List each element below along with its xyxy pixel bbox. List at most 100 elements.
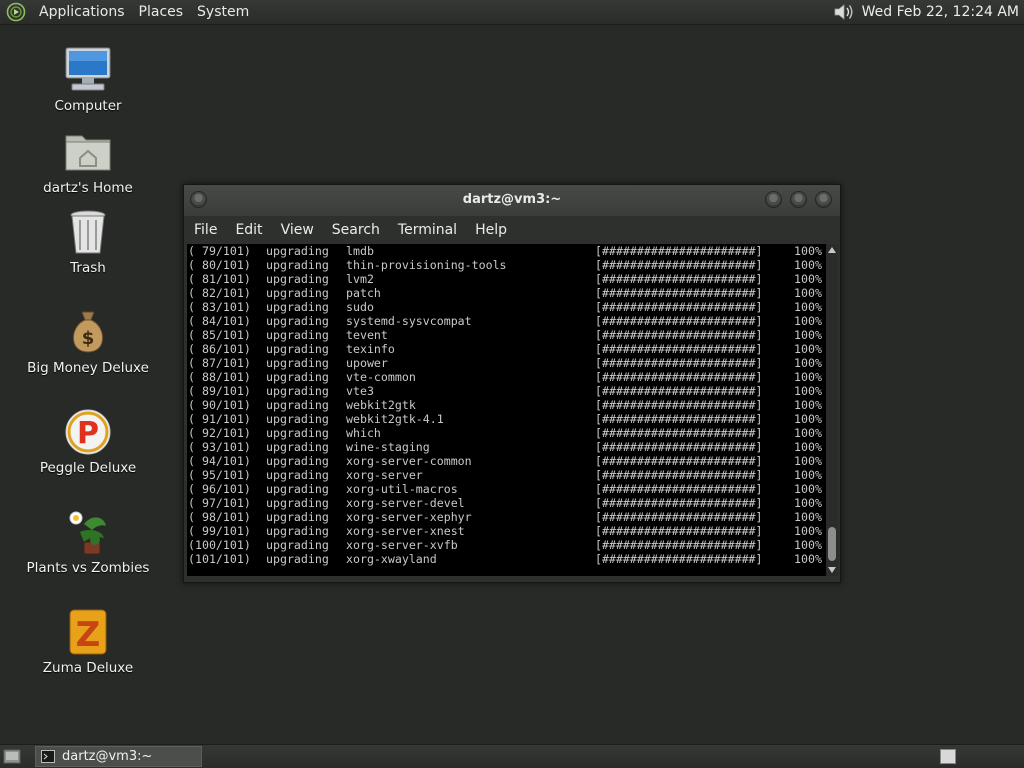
line-progress-bar: [######################] bbox=[595, 356, 763, 370]
menu-help[interactable]: Help bbox=[465, 222, 515, 238]
line-action: upgrading bbox=[266, 510, 329, 524]
volume-icon[interactable] bbox=[832, 1, 856, 23]
line-percent: 100% bbox=[794, 440, 822, 454]
line-action: upgrading bbox=[266, 426, 329, 440]
line-progress-bar: [######################] bbox=[595, 412, 763, 426]
menu-search[interactable]: Search bbox=[322, 222, 388, 238]
line-package: texinfo bbox=[346, 342, 395, 356]
scroll-up-arrow-icon[interactable] bbox=[828, 247, 836, 253]
line-package: webkit2gtk bbox=[346, 398, 416, 412]
bottom-panel: dartz@vm3:~ bbox=[0, 744, 1024, 768]
line-action: upgrading bbox=[266, 370, 329, 384]
line-progress-bar: [######################] bbox=[595, 440, 763, 454]
line-percent: 100% bbox=[794, 496, 822, 510]
desktop-icon-label: Trash bbox=[70, 260, 106, 276]
line-package: xorg-server-devel bbox=[346, 496, 465, 510]
system-menu[interactable]: System bbox=[190, 4, 256, 20]
line-action: upgrading bbox=[266, 552, 329, 566]
line-package: xorg-server-xnest bbox=[346, 524, 465, 538]
line-index: ( 94/101) bbox=[188, 454, 251, 468]
distro-logo-icon[interactable] bbox=[6, 2, 26, 22]
terminal-line: ( 84/101) upgrading systemd-sysvcompat [###… bbox=[187, 314, 826, 328]
line-action: upgrading bbox=[266, 244, 329, 258]
terminal-window: dartz@vm3:~ File Edit View Search Termin… bbox=[183, 184, 841, 583]
line-index: (100/101) bbox=[188, 538, 251, 552]
terminal-line: ( 82/101) upgrading patch [################… bbox=[187, 286, 826, 300]
line-progress-bar: [######################] bbox=[595, 314, 763, 328]
desktop-icon-label: Zuma Deluxe bbox=[42, 660, 134, 676]
computer-icon bbox=[65, 47, 111, 91]
line-index: ( 85/101) bbox=[188, 328, 251, 342]
line-percent: 100% bbox=[794, 384, 822, 398]
menu-view[interactable]: View bbox=[271, 222, 322, 238]
desktop-icon-home[interactable]: dartz's Home bbox=[18, 126, 158, 196]
line-percent: 100% bbox=[794, 258, 822, 272]
menu-edit[interactable]: Edit bbox=[225, 222, 270, 238]
line-progress-bar: [######################] bbox=[595, 482, 763, 496]
terminal-line: ( 96/101) upgrading xorg-util-macros [#####… bbox=[187, 482, 826, 496]
maximize-button[interactable] bbox=[790, 191, 807, 208]
line-percent: 100% bbox=[794, 468, 822, 482]
clock[interactable]: Wed Feb 22, 12:24 AM bbox=[862, 4, 1024, 20]
desktop-icon-peggle[interactable]: P Peggle Deluxe bbox=[18, 406, 158, 476]
line-percent: 100% bbox=[794, 524, 822, 538]
workspace-switcher[interactable] bbox=[940, 749, 956, 764]
terminal-line: ( 94/101) upgrading xorg-server-common [###… bbox=[187, 454, 826, 468]
line-index: ( 87/101) bbox=[188, 356, 251, 370]
close-button[interactable] bbox=[815, 191, 832, 208]
line-action: upgrading bbox=[266, 524, 329, 538]
line-action: upgrading bbox=[266, 328, 329, 342]
terminal-line: ( 99/101) upgrading xorg-server-xnest [####… bbox=[187, 524, 826, 538]
line-action: upgrading bbox=[266, 384, 329, 398]
line-action: upgrading bbox=[266, 286, 329, 300]
scrollbar-thumb[interactable] bbox=[828, 527, 836, 561]
line-package: which bbox=[346, 426, 381, 440]
line-package: lvm2 bbox=[346, 272, 374, 286]
terminal-line: ( 85/101) upgrading tevent [###############… bbox=[187, 328, 826, 342]
line-action: upgrading bbox=[266, 342, 329, 356]
desktop-icon-computer[interactable]: Computer bbox=[18, 44, 158, 114]
scroll-down-arrow-icon[interactable] bbox=[828, 567, 836, 573]
line-progress-bar: [######################] bbox=[595, 454, 763, 468]
line-index: ( 89/101) bbox=[188, 384, 251, 398]
desktop-icon-trash[interactable]: Trash bbox=[18, 206, 158, 276]
line-index: (101/101) bbox=[188, 552, 251, 566]
zuma-icon: Z bbox=[69, 609, 107, 655]
peggle-icon: P bbox=[65, 409, 111, 455]
line-percent: 100% bbox=[794, 342, 822, 356]
line-index: ( 92/101) bbox=[188, 426, 251, 440]
line-package: systemd-sysvcompat bbox=[346, 314, 472, 328]
desktop-icon-zuma[interactable]: Z Zuma Deluxe bbox=[18, 606, 158, 676]
applications-menu[interactable]: Applications bbox=[32, 4, 132, 20]
line-index: ( 98/101) bbox=[188, 510, 251, 524]
show-desktop-icon[interactable] bbox=[3, 748, 21, 765]
line-index: ( 81/101) bbox=[188, 272, 251, 286]
menu-terminal[interactable]: Terminal bbox=[388, 222, 465, 238]
minimize-button[interactable] bbox=[765, 191, 782, 208]
line-index: ( 88/101) bbox=[188, 370, 251, 384]
desktop-icon-plants-vs-zombies[interactable]: Plants vs Zombies bbox=[18, 506, 158, 576]
taskbar-button-label: dartz@vm3:~ bbox=[62, 749, 153, 764]
window-titlebar[interactable]: dartz@vm3:~ bbox=[184, 185, 840, 216]
desktop-icon-label: Plants vs Zombies bbox=[26, 560, 150, 576]
line-percent: 100% bbox=[794, 244, 822, 258]
menu-file[interactable]: File bbox=[184, 222, 225, 238]
line-percent: 100% bbox=[794, 454, 822, 468]
terminal-scrollbar[interactable] bbox=[826, 244, 838, 576]
line-progress-bar: [######################] bbox=[595, 370, 763, 384]
taskbar-button-terminal[interactable]: dartz@vm3:~ bbox=[35, 746, 202, 767]
line-index: ( 83/101) bbox=[188, 300, 251, 314]
desktop-icon-big-money[interactable]: $ Big Money Deluxe bbox=[18, 306, 158, 376]
svg-text:$: $ bbox=[82, 328, 95, 349]
line-index: ( 95/101) bbox=[188, 468, 251, 482]
line-action: upgrading bbox=[266, 398, 329, 412]
line-package: patch bbox=[346, 286, 381, 300]
terminal-line: ( 86/101) upgrading texinfo [##############… bbox=[187, 342, 826, 356]
line-index: ( 91/101) bbox=[188, 412, 251, 426]
plants-vs-zombies-icon bbox=[69, 511, 106, 555]
terminal-output[interactable]: ( 79/101) upgrading lmdb [#################… bbox=[187, 244, 826, 576]
places-menu[interactable]: Places bbox=[132, 4, 191, 20]
line-progress-bar: [######################] bbox=[595, 552, 763, 566]
line-percent: 100% bbox=[794, 538, 822, 552]
line-progress-bar: [######################] bbox=[595, 384, 763, 398]
